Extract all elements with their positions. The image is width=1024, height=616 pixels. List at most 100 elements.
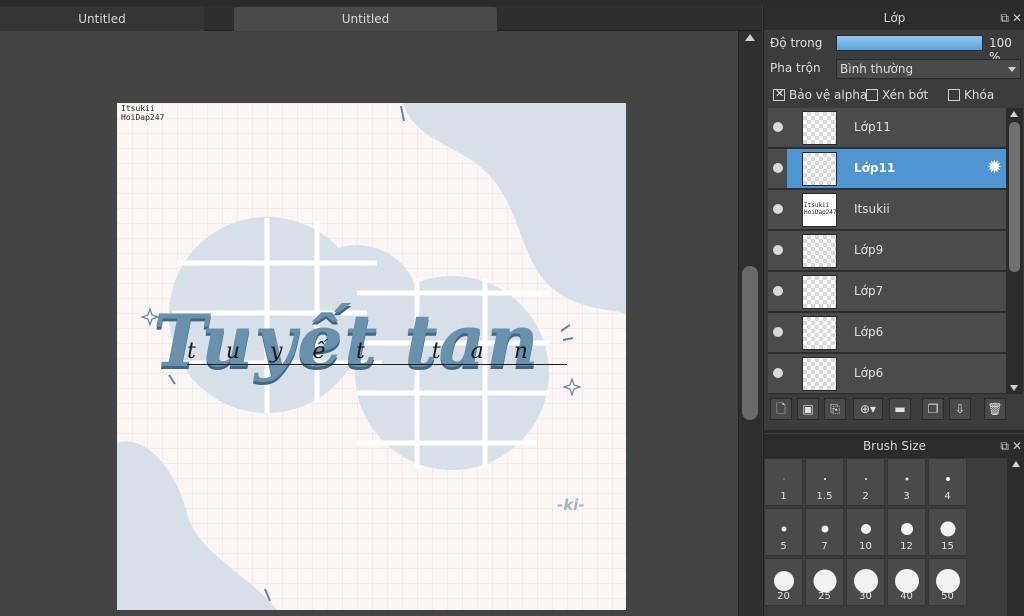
brush-size-cell[interactable]: 25	[805, 558, 844, 606]
brush-panel-title: Brush Size	[862, 439, 927, 453]
layer-name: Lớp6	[854, 366, 884, 380]
checkbox-icon[interactable]	[948, 89, 960, 101]
brush-dot	[781, 526, 786, 532]
popout-icon[interactable]: ⧉	[1000, 434, 1009, 458]
brush-size-label: 20	[777, 591, 790, 602]
brush-size-label: 40	[900, 591, 913, 602]
canvas-vertical-scrollbar[interactable]	[738, 31, 762, 616]
checkbox-icon[interactable]	[866, 89, 878, 101]
layer-panel-title: Lớp	[883, 11, 906, 25]
brush-size-cell[interactable]: 1.5	[805, 458, 844, 506]
brush-size-label: 4	[944, 491, 951, 502]
layer-name: Lớp6	[854, 325, 884, 339]
merge-down-icon[interactable]: ⇩	[949, 398, 971, 420]
scrollbar-thumb[interactable]	[742, 266, 758, 420]
visibility-icon[interactable]	[773, 204, 783, 214]
brush-dot	[773, 571, 794, 591]
new-8bit-layer-icon[interactable]: ⎘	[824, 398, 846, 420]
visibility-icon[interactable]	[773, 327, 783, 337]
layer-list-scrollbar[interactable]	[1006, 108, 1023, 394]
new-raster-layer-icon[interactable]: ▣	[797, 398, 819, 420]
layer-item[interactable]: Lớp6	[768, 313, 1006, 353]
brush-dot	[945, 477, 950, 481]
brush-size-cell[interactable]: 30	[846, 558, 885, 606]
layer-name: Lớp7	[854, 284, 884, 298]
brush-dot	[821, 525, 828, 533]
checkbox-checked-icon[interactable]	[773, 87, 785, 101]
brush-size-cell[interactable]: 2	[846, 458, 885, 506]
layer-item[interactable]: Lớp7	[768, 272, 1006, 312]
scroll-up-arrow-icon[interactable]	[1012, 461, 1020, 467]
layer-thumbnail	[802, 316, 837, 350]
brush-dot	[905, 477, 908, 481]
brush-size-label: 50	[941, 591, 954, 602]
folder-icon[interactable]: ▬	[889, 398, 911, 420]
script-text: tuyết tan	[187, 341, 567, 365]
close-icon[interactable]: ✕	[1012, 6, 1022, 30]
scroll-down-arrow-icon[interactable]	[1010, 385, 1018, 391]
brush-dot	[860, 524, 871, 534]
add-layer-dropdown-icon[interactable]: ⊕▾	[853, 398, 883, 420]
layer-toolbar: 🗋 ▣ ⎘ ⊕▾ ▬ ❐ ⇩ 🗑	[768, 398, 1023, 424]
brush-size-label: 1.5	[816, 491, 833, 502]
new-layer-icon[interactable]: 🗋	[770, 398, 792, 420]
document-tabbar: Untitled Untitled	[0, 6, 762, 31]
blend-label: Pha trộn	[770, 61, 821, 75]
brush-size-cell[interactable]: 7	[805, 508, 844, 556]
layer-thumbnail	[802, 111, 837, 145]
trash-icon[interactable]: 🗑	[984, 398, 1006, 420]
scroll-up-arrow-icon[interactable]	[1010, 111, 1018, 117]
brush-size-cell[interactable]: 12	[887, 508, 926, 556]
close-icon[interactable]: ✕	[1012, 434, 1022, 458]
layer-name: Itsukii	[854, 202, 890, 216]
blend-mode-select[interactable]: Bình thường	[836, 59, 1021, 79]
brush-size-cell[interactable]: 3	[887, 458, 926, 506]
scrollbar-thumb[interactable]	[1009, 122, 1020, 272]
brush-dot	[894, 569, 919, 593]
layer-item[interactable]: Lớp11	[768, 108, 1006, 148]
blend-mode-value: Bình thường	[840, 62, 914, 76]
layer-thumbnail	[802, 234, 837, 268]
brush-dot	[864, 478, 867, 480]
clipping-checkbox[interactable]: Xén bớt	[866, 88, 928, 102]
right-panel: Lớp ⧉ ✕ Độ trong 100 % Pha trộn Bình thư…	[763, 6, 1024, 616]
layer-item-selected[interactable]: Lớp11 ✹	[768, 149, 1006, 189]
brush-size-cell[interactable]: 15	[928, 508, 967, 556]
brush-size-cell[interactable]: 50	[928, 558, 967, 606]
protect-alpha-checkbox[interactable]: Bảo vệ alpha	[773, 87, 867, 102]
visibility-icon[interactable]	[773, 163, 783, 173]
layer-name: Lớp11	[854, 120, 891, 134]
brush-dot	[813, 569, 836, 593]
watermark-line1: Itsukii	[121, 104, 155, 113]
panel-separator	[764, 430, 1024, 433]
tab-untitled-2[interactable]: Untitled	[234, 7, 497, 31]
popout-icon[interactable]: ⧉	[1000, 6, 1009, 30]
tab-untitled-1[interactable]: Untitled	[0, 7, 204, 31]
duplicate-layer-icon[interactable]: ❐	[922, 398, 944, 420]
visibility-icon[interactable]	[773, 286, 783, 296]
layer-options-row: Bảo vệ alpha Xén bớt Khóa	[764, 83, 1024, 109]
gear-icon[interactable]: ✹	[987, 159, 1002, 177]
visibility-icon[interactable]	[773, 122, 783, 132]
brush-size-label: 12	[900, 541, 913, 552]
layer-item[interactable]: Itsukii HoiDap247 Itsukii	[768, 190, 1006, 230]
brush-size-cell[interactable]: 40	[887, 558, 926, 606]
layer-list: Lớp11 Lớp11 ✹ Itsukii HoiDap247 Itsukii …	[768, 108, 1006, 394]
brush-size-cell[interactable]: 5	[764, 508, 803, 556]
layer-thumbnail	[802, 275, 837, 309]
canvas-paper[interactable]: Itsukii HoiDap247 Tuyết tan tuyết tan -k…	[117, 103, 626, 610]
layer-item[interactable]: Lớp9	[768, 231, 1006, 271]
visibility-icon[interactable]	[773, 368, 783, 378]
brush-panel-scrollbar[interactable]	[1007, 458, 1024, 616]
lock-checkbox[interactable]: Khóa	[948, 88, 994, 102]
visibility-icon[interactable]	[773, 245, 783, 255]
canvas-workspace[interactable]: Itsukii HoiDap247 Tuyết tan tuyết tan -k…	[0, 31, 738, 616]
brush-size-cell[interactable]: 20	[764, 558, 803, 606]
layer-item[interactable]: Lớp6	[768, 354, 1006, 394]
brush-size-cell[interactable]: 1	[764, 458, 803, 506]
opacity-slider[interactable]	[836, 35, 983, 51]
brush-dot	[823, 478, 826, 480]
scroll-up-arrow-icon[interactable]	[745, 34, 755, 41]
brush-size-cell[interactable]: 4	[928, 458, 967, 506]
brush-size-cell[interactable]: 10	[846, 508, 885, 556]
